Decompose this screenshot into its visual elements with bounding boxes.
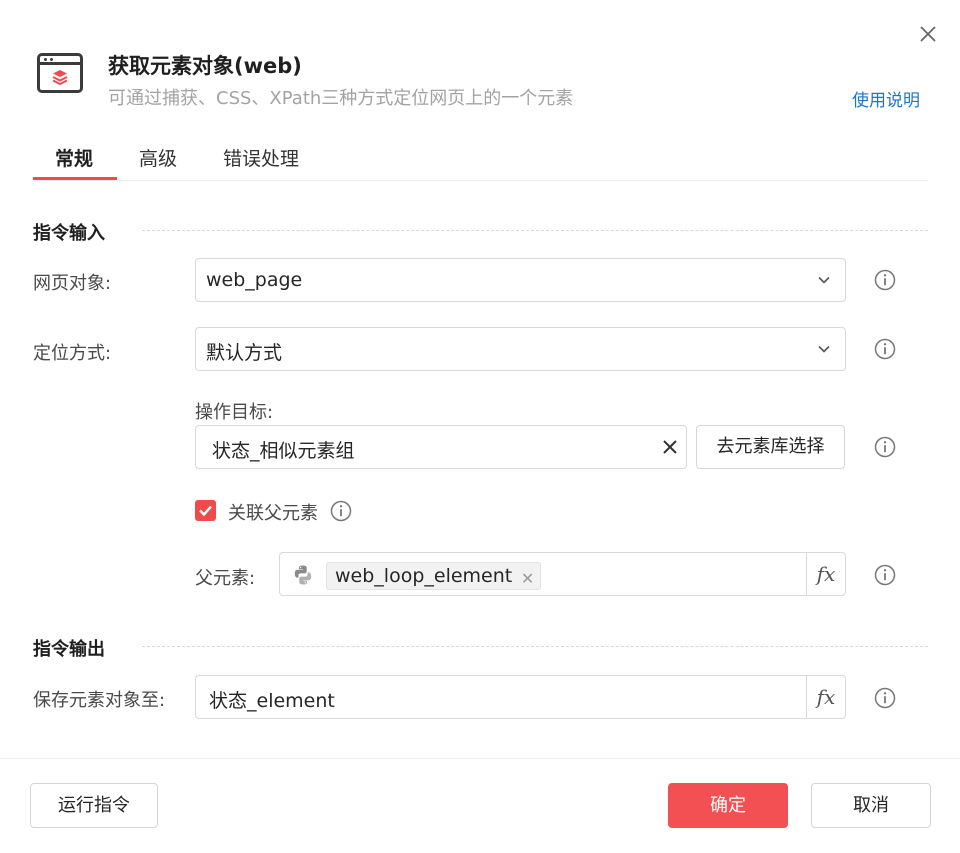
active-tab-indicator <box>33 177 117 180</box>
close-icon[interactable] <box>914 20 942 48</box>
output-section-divider <box>142 646 928 647</box>
tag-remove-icon[interactable]: ✕ <box>521 566 534 592</box>
parent-element-input[interactable]: web_loop_element ✕ fx <box>279 552 846 596</box>
help-link[interactable]: 使用说明 <box>852 86 920 111</box>
parent-element-tag: web_loop_element ✕ <box>326 562 542 592</box>
locate-method-value: 默认方式 <box>206 342 283 364</box>
run-command-button[interactable]: 运行指令 <box>30 783 158 828</box>
parent-element-label: 父元素: <box>195 568 256 589</box>
target-label: 操作目标: <box>195 402 274 423</box>
web-element-app-icon <box>37 53 83 93</box>
parent-element-checkbox-label: 关联父元素 <box>228 503 318 524</box>
python-icon <box>294 565 312 585</box>
save-to-info-icon[interactable] <box>874 687 896 709</box>
save-to-input[interactable]: 状态_element fx <box>195 675 846 719</box>
check-icon <box>199 505 212 517</box>
target-info-icon[interactable] <box>874 436 896 458</box>
parent-element-info-icon[interactable] <box>874 564 896 586</box>
chevron-down-icon <box>818 345 830 353</box>
parent-element-tag-label: web_loop_element <box>335 565 513 587</box>
tab-general[interactable]: 常规 <box>55 144 93 171</box>
parent-element-fx-button[interactable]: fx <box>806 553 845 595</box>
input-section-divider <box>142 230 928 231</box>
confirm-button[interactable]: 确定 <box>668 783 788 828</box>
tab-advanced[interactable]: 高级 <box>139 144 177 171</box>
clear-icon[interactable] <box>660 436 680 458</box>
footer-divider <box>0 758 960 759</box>
web-page-label: 网页对象: <box>33 273 112 294</box>
web-page-value: web_page <box>206 269 303 291</box>
parent-checkbox-info-icon[interactable] <box>330 500 352 522</box>
save-to-value: 状态_element <box>209 690 335 712</box>
chevron-down-icon <box>818 276 830 284</box>
locate-method-info-icon[interactable] <box>874 338 896 360</box>
web-page-info-icon[interactable] <box>874 269 896 291</box>
locate-method-label: 定位方式: <box>33 343 112 364</box>
element-library-button[interactable]: 去元素库选择 <box>696 425 845 469</box>
save-to-fx-button[interactable]: fx <box>806 676 845 718</box>
target-value: 状态_相似元素组 <box>212 440 355 462</box>
locate-method-select[interactable]: 默认方式 <box>195 327 846 371</box>
cancel-button[interactable]: 取消 <box>811 783 931 828</box>
dialog-title: 获取元素对象(web) <box>108 54 302 78</box>
output-section-title: 指令输出 <box>33 639 105 660</box>
tab-error-handling[interactable]: 错误处理 <box>223 144 299 171</box>
tabs-divider <box>33 180 928 181</box>
target-input[interactable]: 状态_相似元素组 <box>195 425 687 469</box>
dialog-subtitle: 可通过捕获、CSS、XPath三种方式定位网页上的一个元素 <box>108 88 574 109</box>
parent-element-checkbox[interactable] <box>195 500 216 521</box>
input-section-title: 指令输入 <box>33 223 105 244</box>
web-page-select[interactable]: web_page <box>195 258 846 302</box>
save-to-label: 保存元素对象至: <box>33 690 166 711</box>
